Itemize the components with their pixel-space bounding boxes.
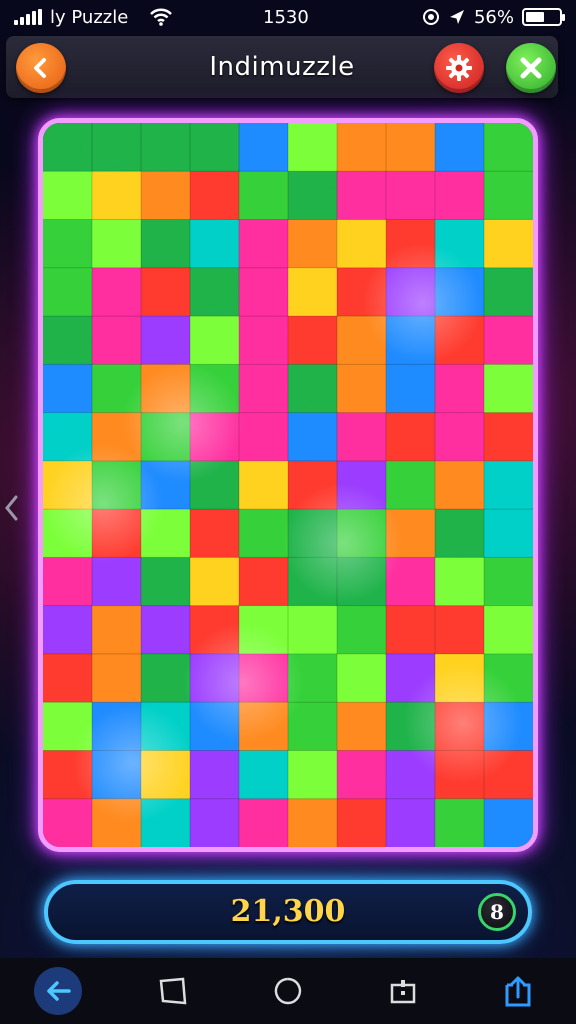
- puzzle-piece[interactable]: [190, 171, 240, 221]
- puzzle-piece[interactable]: [43, 267, 93, 317]
- status-bar: ly Puzzle 1530 56%: [0, 0, 576, 34]
- nav-back-button[interactable]: [33, 967, 82, 1015]
- puzzle-piece[interactable]: [435, 798, 485, 847]
- glow-sparkle: [283, 483, 403, 603]
- wifi-icon: [150, 8, 173, 26]
- previous-arrow[interactable]: [0, 490, 22, 526]
- nav-recents-button[interactable]: [149, 967, 197, 1015]
- close-button[interactable]: [506, 43, 556, 93]
- puzzle-piece[interactable]: [386, 171, 436, 221]
- puzzle-piece[interactable]: [92, 316, 142, 365]
- puzzle-piece[interactable]: [386, 460, 436, 510]
- puzzle-piece[interactable]: [190, 509, 240, 558]
- puzzle-pieces[interactable]: [43, 123, 533, 847]
- system-nav-bar: [0, 958, 576, 1024]
- puzzle-piece[interactable]: [337, 364, 387, 414]
- share-icon: [505, 976, 531, 1007]
- carrier-label: ly Puzzle: [50, 6, 129, 28]
- puzzle-piece[interactable]: [386, 412, 436, 462]
- tray-icon: [390, 980, 416, 1004]
- moves-badge: 8: [478, 893, 516, 931]
- puzzle-piece[interactable]: [190, 316, 240, 365]
- circle-icon: [274, 977, 302, 1005]
- nav-share-button[interactable]: [494, 967, 542, 1015]
- alarm-icon: [422, 9, 439, 25]
- puzzle-piece[interactable]: [337, 798, 387, 847]
- square-icon: [159, 977, 187, 1005]
- puzzle-piece[interactable]: [484, 267, 533, 317]
- top-bar: Indimuzzle: [6, 36, 558, 98]
- puzzle-piece[interactable]: [288, 219, 338, 269]
- puzzle-piece[interactable]: [92, 267, 142, 317]
- puzzle-piece[interactable]: [484, 460, 533, 510]
- puzzle-piece[interactable]: [484, 316, 533, 365]
- puzzle-piece[interactable]: [239, 509, 289, 558]
- puzzle-piece[interactable]: [435, 171, 485, 221]
- puzzle-piece[interactable]: [141, 653, 191, 703]
- puzzle-piece[interactable]: [92, 219, 142, 269]
- puzzle-piece[interactable]: [239, 267, 289, 317]
- glow-sparkle: [123, 363, 243, 483]
- nav-home-button[interactable]: [264, 967, 312, 1015]
- puzzle-board[interactable]: [38, 118, 538, 852]
- gear-icon: [446, 55, 472, 81]
- puzzle-piece[interactable]: [43, 219, 93, 269]
- location-icon: [449, 10, 464, 24]
- puzzle-piece[interactable]: [484, 557, 533, 607]
- puzzle-piece[interactable]: [239, 798, 289, 847]
- signal-icon: [14, 9, 42, 25]
- puzzle-piece[interactable]: [337, 702, 387, 751]
- battery-icon: [522, 8, 565, 26]
- glow-sparkle: [73, 703, 193, 823]
- close-icon: [520, 57, 542, 79]
- puzzle-piece[interactable]: [435, 557, 485, 607]
- nav-tray-button[interactable]: [379, 967, 427, 1015]
- glow-sparkle: [403, 663, 523, 783]
- score-bar: 21,300 8: [44, 880, 532, 944]
- puzzle-piece[interactable]: [190, 798, 240, 847]
- glow-sparkle: [363, 243, 483, 363]
- puzzle-piece[interactable]: [484, 364, 533, 414]
- puzzle-piece[interactable]: [435, 509, 485, 558]
- puzzle-piece[interactable]: [43, 653, 93, 703]
- clock: 1530: [263, 6, 309, 28]
- puzzle-piece[interactable]: [288, 798, 338, 847]
- battery-percent: 56%: [473, 6, 514, 28]
- puzzle-piece[interactable]: [239, 750, 289, 800]
- chevron-left-icon: [5, 495, 18, 521]
- score-value: 21,300: [230, 894, 346, 929]
- puzzle-piece[interactable]: [43, 364, 93, 414]
- puzzle-piece[interactable]: [337, 171, 387, 221]
- arrow-left-icon: [46, 981, 71, 1001]
- puzzle-piece[interactable]: [484, 605, 533, 655]
- puzzle-piece[interactable]: [435, 605, 485, 655]
- settings-button[interactable]: [434, 43, 484, 93]
- puzzle-piece[interactable]: [288, 605, 338, 655]
- puzzle-piece[interactable]: [484, 798, 533, 847]
- puzzle-piece[interactable]: [43, 798, 93, 847]
- puzzle-piece[interactable]: [386, 798, 436, 847]
- puzzle-piece[interactable]: [484, 123, 533, 172]
- puzzle-piece[interactable]: [435, 460, 485, 510]
- glow-sparkle: [183, 623, 303, 743]
